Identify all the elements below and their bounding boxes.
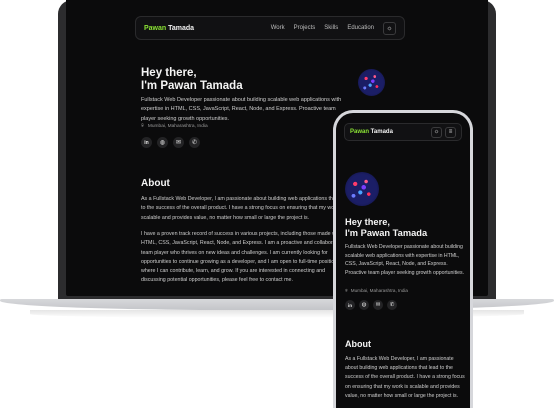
menu-icon[interactable]: ≡	[445, 126, 456, 138]
nav-link-work[interactable]: Work	[271, 25, 285, 31]
nav-link-projects[interactable]: Projects	[294, 25, 316, 31]
phone-icon[interactable]: ✆	[387, 300, 397, 310]
hero-title-mobile: Hey there, I'm Pawan Tamada	[345, 217, 428, 238]
mail-icon[interactable]: ✉	[173, 137, 184, 148]
brand-logo-mobile[interactable]: Pawan Tamada	[350, 129, 393, 135]
linkedin-icon[interactable]: in	[141, 137, 152, 148]
social-links: in ◍ ✉ ✆	[141, 137, 200, 148]
globe-icon[interactable]: ◍	[359, 300, 369, 310]
about-paragraph-1: As a Fullstack Web Developer, I am passi…	[141, 196, 349, 221]
about-paragraph-mobile: As a Fullstack Web Developer, I am passi…	[345, 356, 465, 399]
nav-links: Work Projects Skills Education ☼	[271, 21, 396, 35]
location: ⌾ Mumbai, Maharashtra, India	[141, 123, 208, 130]
hero-description-mobile: Fullstack Web Developer passionate about…	[345, 244, 465, 277]
about-heading: About	[141, 178, 170, 189]
brand-logo[interactable]: Pawan Tamada	[144, 25, 194, 32]
phone-icon[interactable]: ✆	[189, 137, 200, 148]
mobile-navbar: Pawan Tamada ☼ ≡	[344, 123, 462, 141]
about-paragraph-2: I have a proven track record of success …	[141, 231, 344, 284]
globe-icon[interactable]: ◍	[157, 137, 168, 148]
desktop-navbar: Pawan Tamada Work Projects Skills Educat…	[135, 16, 405, 40]
sun-icon[interactable]: ☼	[383, 21, 396, 35]
nav-link-skills[interactable]: Skills	[324, 25, 338, 31]
nav-link-education[interactable]: Education	[347, 25, 374, 31]
location-pin-icon: ⌾	[345, 288, 348, 293]
phone-screen: Pawan Tamada ☼ ≡ Hey there, I'm Pawan Ta…	[336, 113, 470, 408]
avatar	[358, 69, 385, 96]
sun-icon[interactable]: ☼	[431, 126, 442, 138]
phone-frame: Pawan Tamada ☼ ≡ Hey there, I'm Pawan Ta…	[333, 110, 473, 408]
avatar-mobile	[345, 172, 379, 206]
about-heading-mobile: About	[345, 339, 371, 349]
hero-description: Fullstack Web Developer passionate about…	[141, 97, 342, 122]
social-links-mobile: in ◍ ✉ ✆	[345, 300, 397, 310]
mail-icon[interactable]: ✉	[373, 300, 383, 310]
location-mobile: ⌾ Mumbai, Maharashtra, India	[345, 288, 408, 293]
hero-title: Hey there, I'm Pawan Tamada	[141, 67, 243, 92]
linkedin-icon[interactable]: in	[345, 300, 355, 310]
location-pin-icon: ⌾	[141, 124, 144, 129]
